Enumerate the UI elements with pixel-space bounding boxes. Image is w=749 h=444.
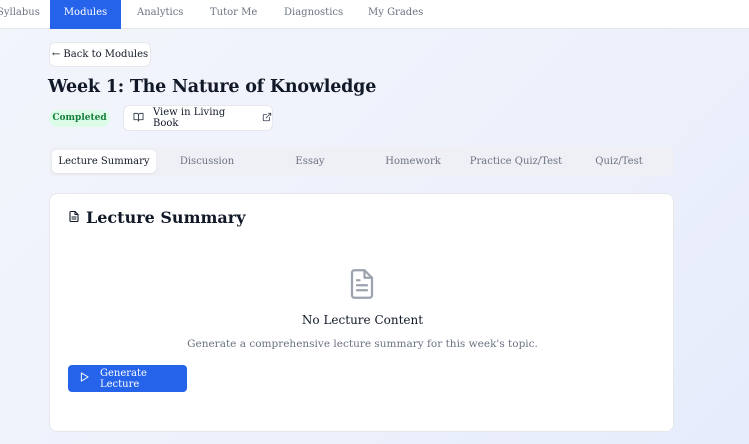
tab-homework[interactable]: Homework: [361, 150, 465, 173]
book-open-icon: [133, 112, 144, 125]
page-title: Week 1: The Nature of Knowledge: [48, 77, 377, 97]
nav-analytics[interactable]: Analytics: [137, 0, 183, 29]
empty-state-description: Generate a comprehensive lecture summary…: [187, 338, 538, 350]
tab-essay[interactable]: Essay: [258, 150, 362, 173]
tab-quiz-test[interactable]: Quiz/Test: [567, 150, 671, 173]
generate-lecture-label: Generate Lecture: [100, 367, 147, 390]
file-text-icon: [68, 208, 80, 227]
status-badge: Completed: [49, 110, 110, 127]
empty-state-title: No Lecture Content: [301, 313, 424, 327]
tab-discussion[interactable]: Discussion: [155, 150, 259, 173]
nav-my-grades[interactable]: My Grades: [368, 0, 423, 29]
card-title: Lecture Summary: [68, 208, 246, 227]
view-living-book-button[interactable]: View in Living Book: [123, 105, 273, 131]
content-tabs: Lecture Summary Discussion Essay Homewor…: [49, 147, 674, 176]
nav-syllabus[interactable]: Syllabus: [0, 0, 40, 29]
back-to-modules-button[interactable]: ← Back to Modules: [49, 42, 151, 67]
top-nav: Syllabus Modules Analytics Tutor Me Diag…: [0, 0, 749, 29]
lecture-summary-card: Lecture Summary No Lecture Content Gener…: [49, 193, 674, 432]
generate-lecture-button[interactable]: Generate Lecture: [68, 365, 187, 392]
back-label: ← Back to Modules: [51, 49, 149, 60]
nav-tutor-me[interactable]: Tutor Me: [210, 0, 257, 29]
nav-modules[interactable]: Modules: [50, 0, 121, 29]
tab-lecture-summary[interactable]: Lecture Summary: [52, 150, 156, 173]
nav-diagnostics[interactable]: Diagnostics: [284, 0, 343, 29]
external-link-icon: [262, 112, 272, 125]
tab-practice-quiz[interactable]: Practice Quiz/Test: [464, 150, 568, 173]
empty-document-icon: [347, 267, 377, 305]
card-title-label: Lecture Summary: [86, 208, 246, 227]
living-book-label: View in Living Book: [153, 107, 226, 129]
play-icon: [80, 372, 89, 385]
